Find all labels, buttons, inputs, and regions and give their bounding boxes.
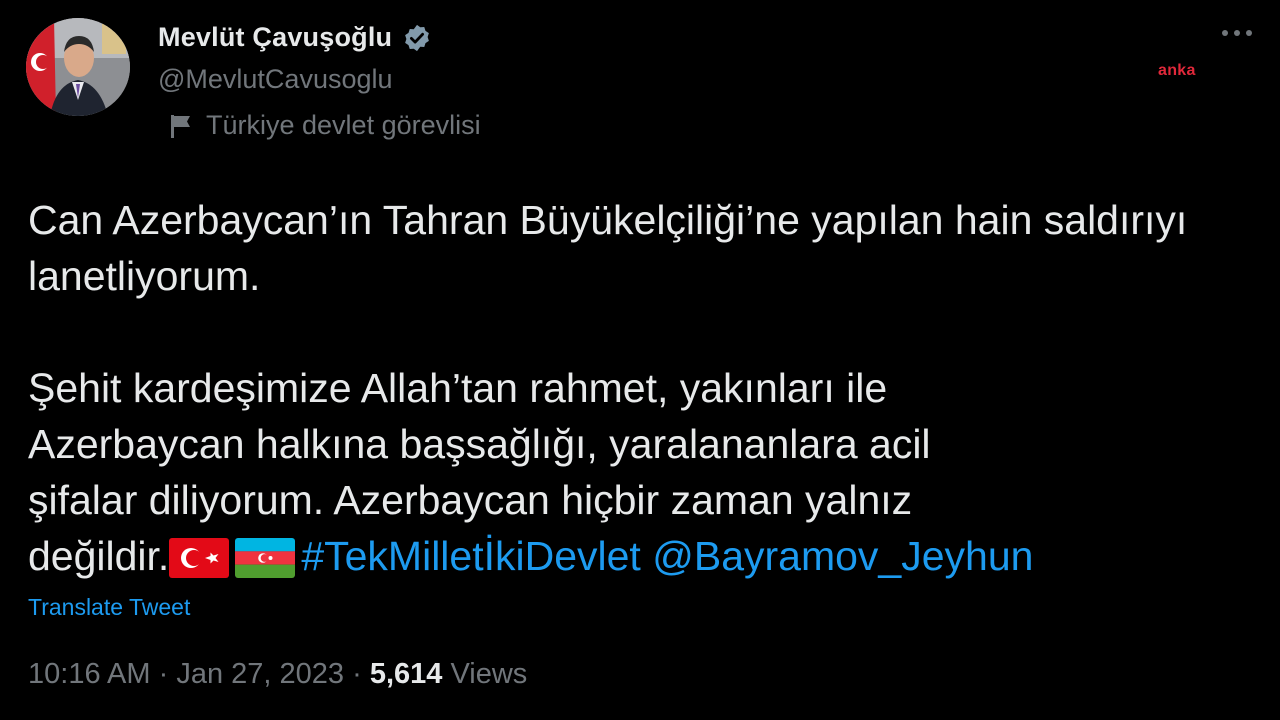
views-label: Views (450, 658, 528, 690)
translate-tweet-link[interactable]: Translate Tweet (28, 594, 190, 621)
turkey-flag-icon (169, 538, 230, 578)
affiliation-text: Türkiye devlet görevlisi (206, 110, 481, 140)
more-options-icon[interactable] (1222, 30, 1252, 36)
meta-separator: · (352, 658, 362, 690)
views-count: 5,614 (369, 658, 443, 690)
tweet-line: Azerbaycan halkına başsağlığı, yaralanan… (28, 421, 931, 467)
mention-link[interactable]: @Bayramov_Jeyhun (652, 533, 1033, 579)
tweet-metadata: 10:16 AM · Jan 27, 2023 · 5,614 Views (28, 658, 527, 691)
flag-icon (168, 112, 194, 140)
watermark: anka (1158, 62, 1196, 79)
avatar[interactable] (26, 18, 130, 116)
meta-separator: · (158, 658, 169, 690)
hashtag-link[interactable]: #TekMilletİkiDevlet (301, 533, 641, 579)
author-handle[interactable]: @MevlutCavusoglu (158, 64, 393, 95)
tweet-date[interactable]: Jan 27, 2023 (176, 658, 344, 690)
display-name[interactable]: Mevlüt Çavuşoğlu (158, 22, 392, 53)
author-name-row: Mevlüt Çavuşoğlu (158, 22, 432, 53)
tweet-line: Şehit kardeşimize Allah’tan rahmet, yakı… (28, 365, 888, 411)
azerbaijan-flag-icon (235, 538, 296, 578)
tweet-paragraph-1: Can Azerbaycan’ın Tahran Büyükelçiliği’n… (28, 197, 1188, 299)
affiliation-label: Türkiye devlet görevlisi (168, 110, 481, 141)
tweet-text: Can Azerbaycan’ın Tahran Büyükelçiliği’n… (28, 192, 1258, 584)
tweet-line-text: değildir. (28, 533, 170, 579)
verified-badge-icon (402, 23, 432, 53)
tweet-line-last: değildir. #TekMilletİkiDevlet @Bayramov_J… (28, 528, 1258, 584)
tweet-line: şifalar diliyorum. Azerbaycan hiçbir zam… (28, 477, 913, 523)
tweet-time[interactable]: 10:16 AM (28, 658, 151, 690)
